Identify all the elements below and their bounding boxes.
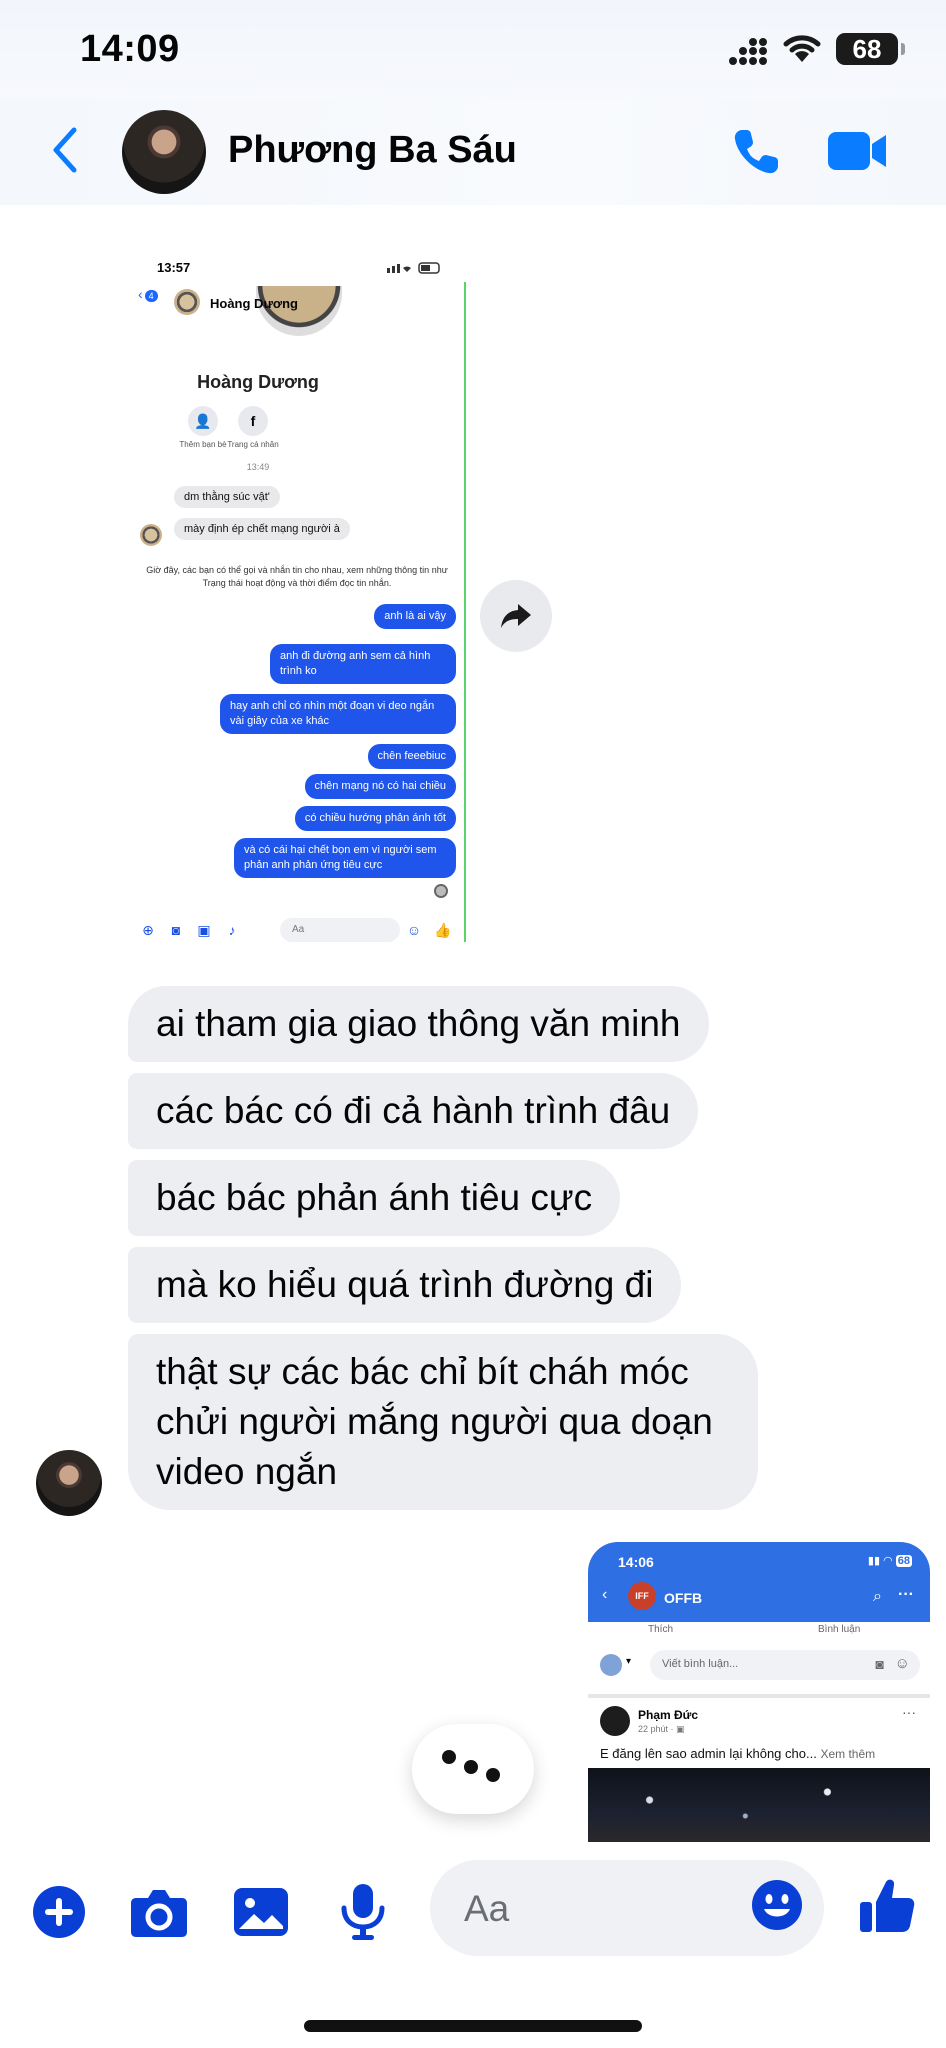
- screenshot-outgoing-message: chên mạng nó có hai chiều: [304, 774, 456, 799]
- emoji-icon[interactable]: [750, 1878, 804, 1932]
- incoming-message[interactable]: mà ko hiểu quá trình đường đi: [128, 1247, 682, 1323]
- screenshot2-page-logo: IFF: [628, 1582, 656, 1610]
- screenshot2-post-avatar: [600, 1706, 630, 1736]
- forward-arrow-icon: [501, 604, 531, 628]
- screenshot-header-name: Hoàng Dương: [210, 296, 298, 311]
- screenshot-seen-avatar: [434, 884, 448, 898]
- screenshot-profile-avatar: [256, 286, 342, 336]
- add-friend-icon: 👤: [188, 406, 218, 436]
- profile-label: Trang cá nhân: [227, 440, 279, 449]
- typing-dot: [442, 1750, 456, 1764]
- screenshot-outgoing-message: chên feeebiuc: [367, 744, 456, 769]
- wifi-icon: [783, 35, 821, 62]
- screenshot-sender-avatar: [140, 524, 162, 546]
- screenshot-outgoing-message: và có cái hại chết bọn em vì người sem p…: [234, 838, 456, 878]
- microphone-icon[interactable]: [332, 1882, 394, 1942]
- home-indicator: [304, 2020, 642, 2032]
- battery-level: 68: [852, 33, 882, 64]
- screenshot2-comment-input: Viết bình luận... ◙ ☺: [650, 1650, 920, 1680]
- status-time: 14:09: [80, 28, 180, 70]
- screenshot-back-count: 4: [144, 290, 158, 302]
- screenshot2-divider: [588, 1694, 930, 1698]
- incoming-message[interactable]: thật sự các bác chỉ bít cháh móc chửi ng…: [128, 1334, 758, 1510]
- screenshot-emoji-icon: ☺: [406, 922, 422, 938]
- screenshot2-post-time-text: 22 phút ·: [638, 1724, 677, 1734]
- screenshot2-post-actions: Thích Bình luận: [588, 1624, 930, 1640]
- message-composer: Aa: [0, 1842, 946, 2048]
- screenshot2-post-text: E đăng lên sao admin lại không cho... Xe…: [600, 1746, 875, 1761]
- screenshot-profile-name: Hoàng Dương: [197, 372, 319, 392]
- screenshot2-comment-row: ▾ Viết bình luận... ◙ ☺: [598, 1650, 924, 1680]
- screenshot-mic-icon: ♪: [228, 922, 236, 938]
- screenshot-notice-text: Giờ đây, các bạn có thể gọi và nhắn tin …: [146, 565, 448, 588]
- camera-icon[interactable]: [128, 1882, 190, 1942]
- sender-avatar[interactable]: [36, 1450, 102, 1516]
- cellular-signal-icon: [729, 38, 767, 65]
- screenshot-status-icons: [387, 262, 440, 274]
- screenshot2-post-more-icon: ···: [902, 1704, 916, 1720]
- screenshot-outgoing-message: hay anh chỉ có nhìn một đoạn vi deo ngắn…: [220, 694, 456, 734]
- thumbs-up-icon[interactable]: [858, 1876, 916, 1936]
- screenshot-back-button: ‹ 4: [138, 286, 158, 302]
- screenshot2-header: 14:06 ▮▮ ◠ 68 ‹ IFF OFFB ⌕ ···: [588, 1542, 930, 1622]
- screenshot-status-time: 13:57: [157, 260, 191, 275]
- screenshot-composer: ⊕ ◙ ▣ ♪ Aa ☺ 👍: [132, 914, 462, 944]
- screenshot-camera-icon: ◙: [171, 922, 181, 938]
- screenshot-header-avatar: [174, 289, 200, 315]
- incoming-message[interactable]: ai tham gia giao thông văn minh: [128, 986, 709, 1062]
- screenshot-outgoing-message: anh là ai vậy: [374, 604, 456, 629]
- contact-avatar[interactable]: [122, 110, 206, 194]
- screenshot-incoming-message: dm thằng súc vật': [174, 486, 280, 508]
- screenshot2-dropdown-icon: ▾: [626, 1656, 632, 1667]
- screenshot2-post-body: E đăng lên sao admin lại không cho...: [600, 1746, 817, 1761]
- phone-call-icon[interactable]: [728, 124, 784, 180]
- screenshot-timestamp: 13:49: [246, 462, 270, 472]
- screenshot-outgoing-message: có chiều hướng phản ánh tốt: [294, 806, 456, 831]
- screenshot2-back-icon: ‹: [602, 1586, 608, 1603]
- screenshot2-comment-label: Bình luận: [818, 1624, 861, 1635]
- screenshot2-see-more: Xem thêm: [820, 1747, 876, 1761]
- screenshot-outgoing-message: anh đi đường anh sem cả hình trình ko: [270, 644, 456, 684]
- screenshot2-more-icon: ···: [898, 1586, 914, 1603]
- screenshot-plus-icon: ⊕: [142, 922, 154, 938]
- screenshot2-camera-icon: ◙: [875, 1656, 884, 1672]
- screenshot-edge-line: [464, 282, 466, 942]
- shared-screenshot-image[interactable]: 13:57 ‹ 4 Hoàng Dương Hoàng Dương 👤 Thêm …: [132, 246, 470, 946]
- typing-dot: [464, 1760, 478, 1774]
- screenshot2-post-time: 22 phút · ▣: [638, 1724, 685, 1734]
- message-input-placeholder: Aa: [464, 1888, 510, 1929]
- screenshot2-page-name: OFFB: [664, 1590, 703, 1606]
- screenshot2-like-label: Thích: [648, 1624, 674, 1635]
- chat-header: Phương Ba Sáu: [0, 100, 946, 205]
- incoming-message[interactable]: các bác có đi cả hành trình đâu: [128, 1073, 699, 1149]
- screenshot2-comment-placeholder: Viết bình luận...: [662, 1658, 739, 1670]
- image-icon[interactable]: [230, 1882, 292, 1942]
- screenshot2-battery: 68: [895, 1555, 912, 1567]
- screenshot2-post-author: Phạm Đức: [638, 1708, 699, 1722]
- back-arrow-icon[interactable]: [44, 122, 88, 178]
- video-call-icon[interactable]: [826, 128, 890, 174]
- incoming-message[interactable]: bác bác phản ánh tiêu cực: [128, 1160, 621, 1236]
- contact-name[interactable]: Phương Ba Sáu: [228, 129, 517, 172]
- status-bar: 14:09 68: [0, 0, 946, 100]
- facebook-icon: f: [238, 406, 268, 436]
- screenshot2-status-time: 14:06: [618, 1554, 654, 1570]
- screenshot-like-icon: 👍: [434, 922, 452, 938]
- screenshot2-commenter-avatar: [600, 1654, 622, 1676]
- typing-dot: [486, 1768, 500, 1782]
- screenshot2-post-image: [588, 1768, 930, 1842]
- screenshot-image-icon: ▣: [197, 922, 211, 938]
- screenshot2-emoji-icon: ☺: [894, 1655, 910, 1672]
- screenshot2-search-icon: ⌕: [873, 1588, 882, 1605]
- sent-screenshot-image[interactable]: 14:06 ▮▮ ◠ 68 ‹ IFF OFFB ⌕ ··· Thích Bìn…: [588, 1542, 930, 1842]
- plus-icon[interactable]: [28, 1882, 90, 1942]
- forward-share-button[interactable]: [480, 580, 552, 652]
- screenshot-composer-input: Aa: [280, 918, 400, 942]
- typing-indicator: [412, 1724, 534, 1814]
- battery-indicator: 68: [836, 33, 905, 65]
- screenshot2-status-icons: ▮▮ ◠ 68: [867, 1555, 912, 1567]
- screenshot-incoming-message: mày định ép chết mạng người à: [174, 518, 350, 540]
